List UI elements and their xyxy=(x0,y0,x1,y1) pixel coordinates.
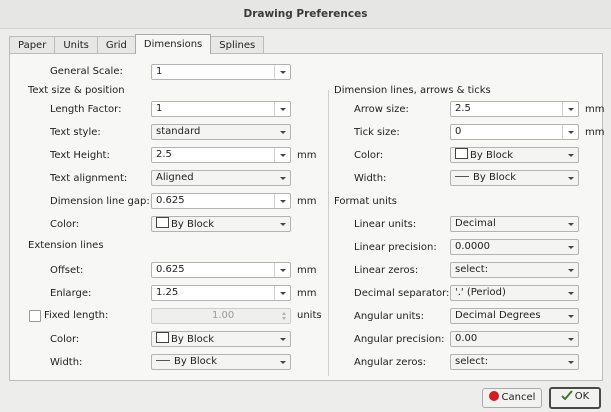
offset-unit: mm xyxy=(297,265,317,276)
dim-width-label: Width: xyxy=(354,173,387,184)
chevron-down-icon xyxy=(563,309,578,323)
offset-label: Offset: xyxy=(50,265,84,276)
chevron-down-icon xyxy=(274,194,290,208)
text-alignment-select[interactable]: Aligned xyxy=(151,170,291,186)
tick-size-combo[interactable]: 0 xyxy=(450,124,579,140)
linear-zeros-select[interactable]: select: xyxy=(450,262,579,278)
chevron-down-icon xyxy=(274,148,290,162)
tab-splines[interactable]: Splines xyxy=(210,36,265,54)
ok-button[interactable]: OK xyxy=(549,387,601,409)
text-color-select[interactable]: By Block xyxy=(151,216,291,232)
chevron-down-icon xyxy=(563,263,578,277)
angular-zeros-select[interactable]: select: xyxy=(450,354,579,370)
general-scale-combo[interactable]: 1 xyxy=(151,64,291,80)
chevron-down-icon xyxy=(563,240,578,254)
fixed-length-label: Fixed length: xyxy=(44,310,109,321)
cancel-icon xyxy=(488,391,499,401)
text-style-select[interactable]: standard xyxy=(151,124,291,140)
linear-precision-select[interactable]: 0.0000 xyxy=(450,239,579,255)
enlarge-label: Enlarge: xyxy=(50,288,92,299)
ext-width-label: Width: xyxy=(50,357,83,368)
tab-dimensions[interactable]: Dimensions xyxy=(134,34,212,54)
offset-combo[interactable]: 0.625 xyxy=(151,262,291,278)
enlarge-combo[interactable]: 1.25 xyxy=(151,285,291,301)
chevron-down-icon xyxy=(275,355,290,369)
linear-units-label: Linear units: xyxy=(354,219,417,230)
chevron-down-icon xyxy=(274,102,290,116)
ext-color-label: Color: xyxy=(50,334,80,345)
text-style-label: Text style: xyxy=(50,127,101,138)
general-scale-label: General Scale: xyxy=(50,66,123,77)
text-color-label: Color: xyxy=(50,219,80,230)
color-swatch-icon xyxy=(156,332,169,343)
line-width-icon xyxy=(455,176,469,177)
window-title: Drawing Preferences xyxy=(0,0,611,29)
chevron-down-icon xyxy=(275,332,290,346)
length-factor-combo[interactable]: 1 xyxy=(151,101,291,117)
tick-size-label: Tick size: xyxy=(354,127,400,138)
chevron-down-icon xyxy=(562,125,578,139)
angular-precision-label: Angular precision: xyxy=(354,334,445,345)
angular-units-select[interactable]: Decimal Degrees xyxy=(450,308,579,324)
dim-line-gap-combo[interactable]: 0.625 xyxy=(151,193,291,209)
cancel-button[interactable]: Cancel xyxy=(482,388,542,408)
text-height-unit: mm xyxy=(297,150,317,161)
color-swatch-icon xyxy=(156,217,169,228)
chevron-down-icon xyxy=(274,65,290,79)
tab-paper[interactable]: Paper xyxy=(9,36,56,54)
dim-color-select[interactable]: By Block xyxy=(450,147,579,163)
ext-width-select[interactable]: By Block xyxy=(151,354,291,370)
text-size-section-title: Text size & position xyxy=(28,85,125,96)
arrow-size-unit: mm xyxy=(585,104,605,115)
chevron-down-icon xyxy=(563,332,578,346)
chevron-down-icon xyxy=(563,217,578,231)
dimension-lines-section-title: Dimension lines, arrows & ticks xyxy=(334,85,491,96)
chevron-down-icon xyxy=(274,286,290,300)
ok-icon xyxy=(561,390,573,400)
dim-line-gap-unit: mm xyxy=(297,196,317,207)
spinner-arrows-icon[interactable] xyxy=(280,309,290,323)
ext-color-select[interactable]: By Block xyxy=(151,331,291,347)
length-factor-label: Length Factor: xyxy=(50,104,122,115)
dim-width-select[interactable]: By Block xyxy=(450,170,579,186)
text-height-combo[interactable]: 2.5 xyxy=(151,147,291,163)
chevron-down-icon xyxy=(274,263,290,277)
fixed-length-unit: units xyxy=(297,310,322,321)
linear-units-select[interactable]: Decimal xyxy=(450,216,579,232)
column-divider xyxy=(328,90,329,376)
chevron-down-icon xyxy=(275,125,290,139)
enlarge-unit: mm xyxy=(297,288,317,299)
dimensions-panel: General Scale: 1 Text size & position Le… xyxy=(9,53,605,381)
tick-size-unit: mm xyxy=(585,127,605,138)
decimal-separator-label: Decimal separator: xyxy=(354,288,450,299)
chevron-down-icon xyxy=(563,148,578,162)
linear-zeros-label: Linear zeros: xyxy=(354,265,419,276)
text-alignment-label: Text alignment: xyxy=(50,173,128,184)
chevron-down-icon xyxy=(563,355,578,369)
decimal-separator-select[interactable]: '.' (Period) xyxy=(450,285,579,301)
angular-units-label: Angular units: xyxy=(354,311,425,322)
arrow-size-label: Arrow size: xyxy=(354,104,409,115)
chevron-down-icon xyxy=(563,171,578,185)
text-height-label: Text Height: xyxy=(50,150,110,161)
tab-units[interactable]: Units xyxy=(54,36,98,54)
arrow-size-combo[interactable]: 2.5 xyxy=(450,101,579,117)
dim-color-label: Color: xyxy=(354,150,384,161)
linear-precision-label: Linear precision: xyxy=(354,242,437,253)
angular-precision-select[interactable]: 0.00 xyxy=(450,331,579,347)
chevron-down-icon xyxy=(275,217,290,231)
line-width-icon xyxy=(156,360,170,361)
fixed-length-checkbox[interactable] xyxy=(29,310,41,322)
tab-bar: Paper Units Grid Dimensions Splines xyxy=(9,34,265,54)
chevron-down-icon xyxy=(275,171,290,185)
tab-grid[interactable]: Grid xyxy=(96,36,136,54)
color-swatch-icon xyxy=(455,148,468,159)
chevron-down-icon xyxy=(563,286,578,300)
angular-zeros-label: Angular zeros: xyxy=(354,357,427,368)
extension-lines-section-title: Extension lines xyxy=(28,240,104,251)
fixed-length-spinbox[interactable]: 1.00 xyxy=(151,308,291,324)
format-units-section-title: Format units xyxy=(334,196,398,207)
chevron-down-icon xyxy=(562,102,578,116)
dim-line-gap-label: Dimension line gap: xyxy=(50,196,150,207)
